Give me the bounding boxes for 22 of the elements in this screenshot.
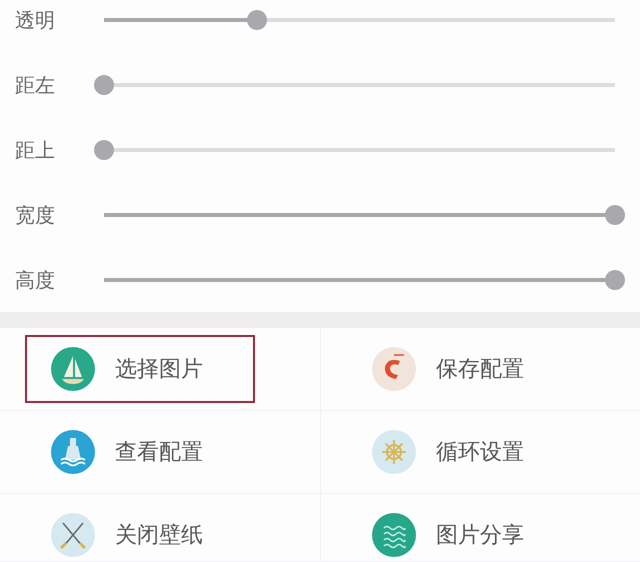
sailboat-icon	[51, 347, 95, 391]
menu-item[interactable]: 图片分享	[346, 501, 576, 561]
slider-label: 距左	[14, 72, 56, 98]
slider-label: 透明	[14, 6, 56, 34]
menu-item[interactable]: 循环设置	[346, 418, 576, 486]
menu-item[interactable]: 选择图片	[25, 335, 255, 403]
slider-thumb[interactable]	[247, 10, 268, 30]
slider-thumb[interactable]	[94, 75, 114, 95]
slider-label: 高度	[14, 266, 56, 294]
menu-item[interactable]: 关闭壁纸	[25, 501, 255, 561]
crossed-oars-icon	[51, 513, 95, 557]
slider-thumb[interactable]	[605, 205, 625, 225]
shrimp-icon	[372, 347, 416, 391]
bottle-icon	[51, 430, 95, 474]
slider-thumb[interactable]	[94, 140, 114, 160]
ship-wheel-icon	[372, 430, 416, 474]
waves-icon	[372, 513, 416, 557]
slider-label: 距上	[14, 136, 56, 164]
menu-item[interactable]: 保存配置	[346, 335, 576, 403]
slider-label: 宽度	[14, 202, 56, 228]
menu-item[interactable]: 查看配置	[25, 418, 255, 486]
slider-thumb[interactable]	[605, 270, 625, 290]
